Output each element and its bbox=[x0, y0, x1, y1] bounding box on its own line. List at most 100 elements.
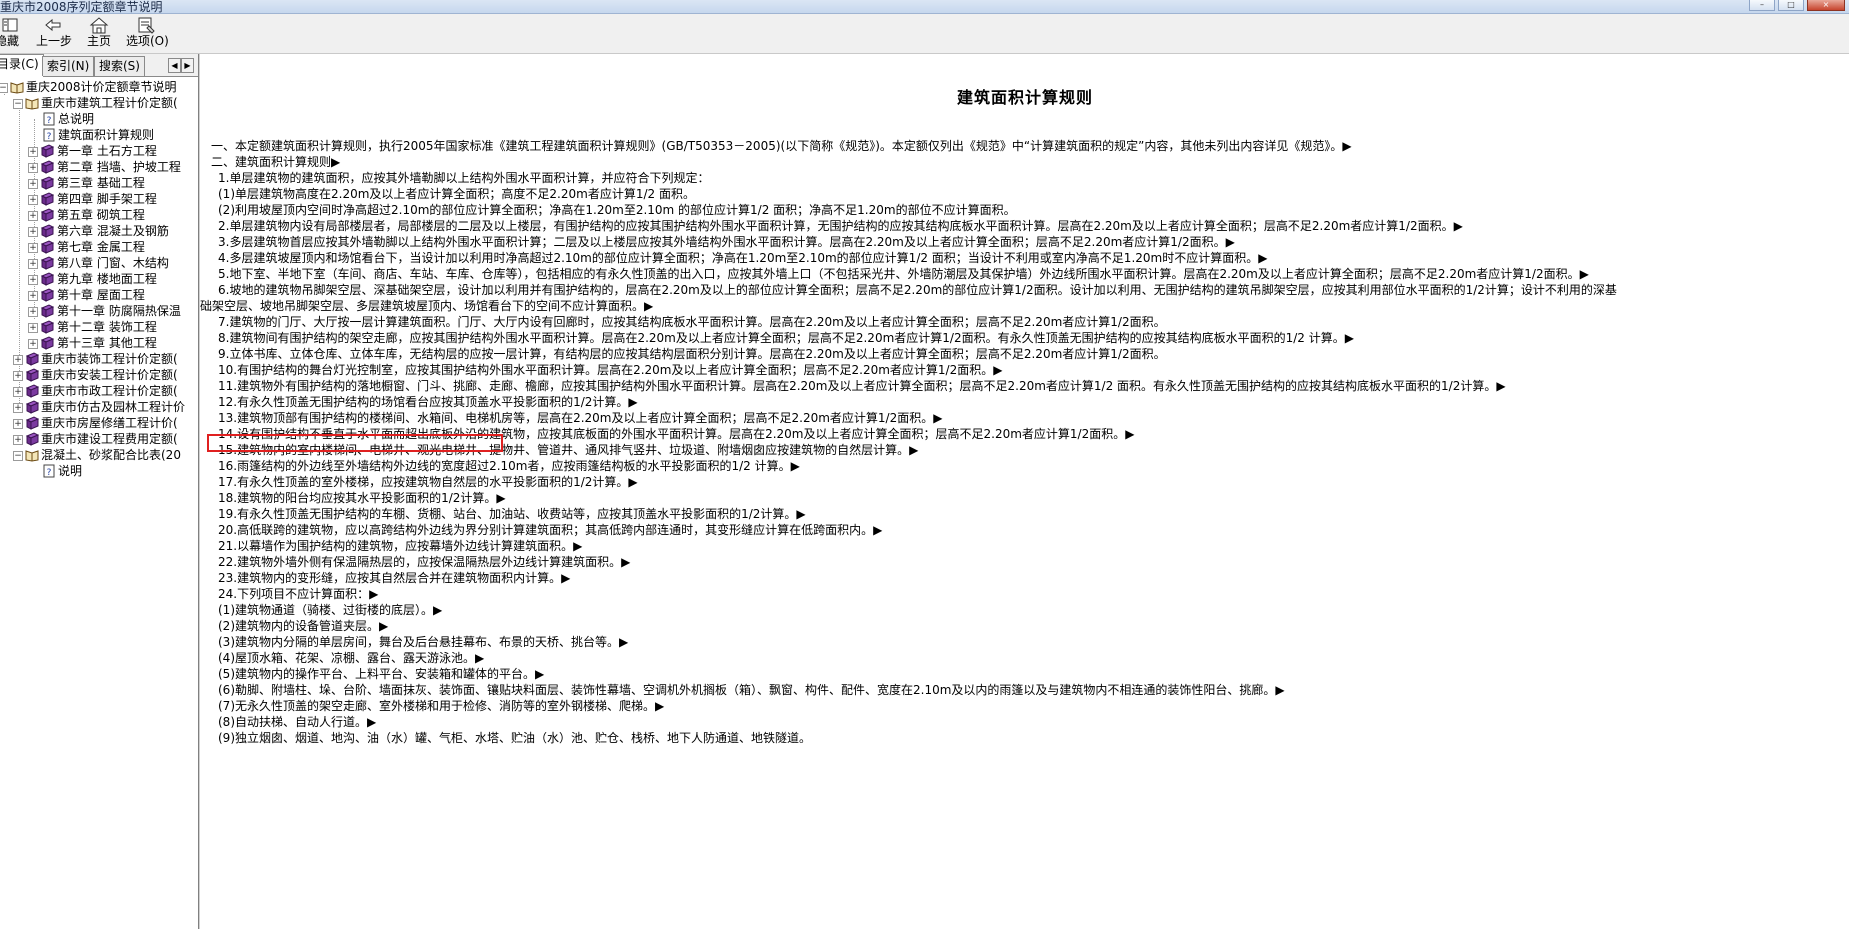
nav-tabs: 目录(C) 索引(N) 搜索(S) ◀ ▶ bbox=[0, 54, 198, 77]
text-line: 16.雨篷结构的外边线至外墙结构外边线的宽度超过2.10m者，应按雨篷结构板的水… bbox=[218, 459, 800, 473]
tree-item-chapter[interactable]: + 第十三章 其他工程 bbox=[0, 335, 198, 351]
text-line-highlighted: 18.建筑物的阳台均应按其水平投影面积的1/2计算。▶ bbox=[218, 491, 506, 505]
help-page-icon: ? bbox=[43, 464, 55, 478]
tree-item-chapter[interactable]: + 第十一章 防腐隔热保温 bbox=[0, 303, 198, 319]
tree-item-book[interactable]: + 重庆市市政工程计价定额( bbox=[0, 383, 198, 399]
tree-item-chapter[interactable]: + 第十章 屋面工程 bbox=[0, 287, 198, 303]
text-line: (1)建筑物通道（骑楼、过街楼的底层）。▶ bbox=[218, 603, 443, 617]
back-arrow-icon bbox=[45, 18, 61, 32]
text-line: 11.建筑物外有围护结构的落地橱窗、门斗、挑廊、走廊、檐廊，应按其围护结构外围水… bbox=[218, 379, 1506, 393]
hide-label: 隐藏 bbox=[0, 34, 19, 48]
text-line: 22.建筑物外墙外侧有保温隔热层的，应按保温隔热层外边线计算建筑面积。▶ bbox=[218, 555, 631, 569]
closed-book-icon bbox=[40, 224, 54, 238]
tree-item-book[interactable]: + 重庆市安装工程计价定额( bbox=[0, 367, 198, 383]
tree-item-building[interactable]: − 重庆市建筑工程计价定额( bbox=[0, 95, 198, 111]
tree-item-area-rules[interactable]: ? 建筑面积计算规则 bbox=[0, 127, 198, 143]
closed-book-icon bbox=[25, 368, 39, 382]
text-line: (2)利用坡屋顶内空间时净高超过2.10m的部位应计算全面积；净高在1.20m至… bbox=[218, 203, 1016, 217]
tree-item-book[interactable]: + 重庆市建设工程费用定额( bbox=[0, 431, 198, 447]
closed-book-icon bbox=[40, 320, 54, 334]
closed-book-icon bbox=[40, 272, 54, 286]
open-book-icon bbox=[25, 450, 39, 462]
text-line: (9)独立烟囱、烟道、地沟、油（水）罐、气柜、水塔、贮油（水）池、贮仓、栈桥、地… bbox=[218, 731, 812, 745]
closed-book-icon bbox=[40, 160, 54, 174]
tree-item-chapter[interactable]: + 第三章 基础工程 bbox=[0, 175, 198, 191]
open-book-icon bbox=[10, 82, 24, 94]
contents-tree: − 重庆2008计价定额章节说明 − 重庆市建筑工程计价定额( ? 总说明 ? … bbox=[0, 79, 198, 479]
text-line: (5)建筑物内的操作平台、上料平台、安装箱和罐体的平台。▶ bbox=[218, 667, 545, 681]
text-line: 24.下列项目不应计算面积：▶ bbox=[218, 587, 379, 601]
text-line: (3)建筑物内分隔的单层房间，舞台及后台悬挂幕布、布景的天桥、挑台等。▶ bbox=[218, 635, 629, 649]
tab-search[interactable]: 搜索(S) bbox=[94, 56, 145, 76]
text-line: 3.多层建筑物首层应按其外墙勒脚以上结构外围水平面积计算；二层及以上楼层应按其外… bbox=[218, 235, 1235, 249]
closed-book-icon bbox=[25, 416, 39, 430]
text-line: 9.立体书库、立体仓库、立体车库，无结构层的应按一层计算，有结构层的应按其结构层… bbox=[218, 347, 1166, 361]
closed-book-icon bbox=[25, 400, 39, 414]
text-line: (7)无永久性顶盖的架空走廊、室外楼梯和用于检修、消防等的室外钢楼梯、爬梯。▶ bbox=[218, 699, 665, 713]
tab-contents[interactable]: 目录(C) bbox=[0, 54, 44, 77]
tree-item-root[interactable]: − 重庆2008计价定额章节说明 bbox=[0, 79, 198, 95]
tree-item-description[interactable]: ? 说明 bbox=[0, 463, 198, 479]
tree-item-chapter[interactable]: + 第二章 挡墙、护坡工程 bbox=[0, 159, 198, 175]
text-line: (6)勒脚、附墙柱、垛、台阶、墙面抹灰、装饰面、镶贴块料面层、装饰性幕墙、空调机… bbox=[218, 683, 1285, 697]
close-button[interactable]: × bbox=[1807, 0, 1845, 11]
svg-text:?: ? bbox=[47, 132, 52, 142]
home-label: 主页 bbox=[86, 34, 111, 48]
closed-book-icon bbox=[40, 144, 54, 158]
hide-button[interactable]: 隐藏 bbox=[0, 16, 20, 52]
minimize-button[interactable]: – bbox=[1749, 0, 1775, 11]
back-button[interactable]: 上一步 bbox=[36, 16, 72, 52]
text-line: 14.设有围护结构不垂直于水平面而超出底板外沿的建筑物，应按其底板面的外围水平面… bbox=[218, 427, 1135, 441]
document-view[interactable]: 建筑面积计算规则 一、本定额建筑面积计算规则，执行2005年国家标准《建筑工程建… bbox=[199, 54, 1849, 929]
text-line: 23.建筑物内的变形缝，应按其自然层合并在建筑物面积内计算。▶ bbox=[218, 571, 571, 585]
text-line: 10.有围护结构的舞台灯光控制室，应按其围护结构外围水平面积计算。层高在2.20… bbox=[218, 363, 1003, 377]
tree-item-chapter[interactable]: + 第八章 门窗、木结构 bbox=[0, 255, 198, 271]
maximize-button[interactable]: □ bbox=[1778, 0, 1804, 11]
open-book-icon bbox=[25, 98, 39, 110]
tab-scroll-left-icon[interactable]: ◀ bbox=[168, 58, 181, 73]
options-button[interactable]: 选项(O) bbox=[126, 16, 169, 52]
home-button[interactable]: 主页 bbox=[86, 16, 112, 52]
options-label: 选项(O) bbox=[126, 34, 169, 48]
tree-item-book[interactable]: + 重庆市装饰工程计价定额( bbox=[0, 351, 198, 367]
text-line: 21.以幕墙作为围护结构的建筑物，应按幕墙外边线计算建筑面积。▶ bbox=[218, 539, 583, 553]
tab-scroll-right-icon[interactable]: ▶ bbox=[181, 58, 194, 73]
text-line: 2.单层建筑物内设有局部楼层者，局部楼层的二层及以上楼层，有围护结构的应按其围护… bbox=[218, 219, 1463, 233]
text-line: (4)屋顶水箱、花架、凉棚、露台、露天游泳池。▶ bbox=[218, 651, 485, 665]
svg-text:?: ? bbox=[47, 116, 52, 126]
tree-item-chapter[interactable]: + 第七章 金属工程 bbox=[0, 239, 198, 255]
navigation-pane: 目录(C) 索引(N) 搜索(S) ◀ ▶ − 重庆2008计价定额章节说明 −… bbox=[0, 54, 199, 929]
tree-item-chapter[interactable]: + 第一章 土石方工程 bbox=[0, 143, 198, 159]
help-page-icon: ? bbox=[43, 112, 55, 126]
tree-item-general[interactable]: ? 总说明 bbox=[0, 111, 198, 127]
window-controls: – □ × bbox=[1749, 0, 1845, 11]
home-icon bbox=[89, 17, 109, 34]
closed-book-icon bbox=[40, 240, 54, 254]
text-line: 19.有永久性顶盖无围护结构的车棚、货棚、站台、加油站、收费站等，应按其顶盖水平… bbox=[218, 507, 806, 521]
closed-book-icon bbox=[25, 432, 39, 446]
text-line: 17.有永久性顶盖的室外楼梯，应按建筑物自然层的水平投影面积的1/2计算。▶ bbox=[218, 475, 638, 489]
tab-index[interactable]: 索引(N) bbox=[42, 56, 95, 76]
text-line: 12.有永久性顶盖无围护结构的场馆看台应按其顶盖水平投影面积的1/2计算。▶ bbox=[218, 395, 638, 409]
closed-book-icon bbox=[40, 304, 54, 318]
text-line: 一、本定额建筑面积计算规则，执行2005年国家标准《建筑工程建筑面积计算规则》(… bbox=[211, 139, 1352, 153]
closed-book-icon bbox=[40, 256, 54, 270]
text-line: (8)自动扶梯、自动人行道。▶ bbox=[218, 715, 377, 729]
help-page-icon: ? bbox=[43, 128, 55, 142]
tree-item-chapter[interactable]: + 第五章 砌筑工程 bbox=[0, 207, 198, 223]
tree-item-chapter[interactable]: + 第六章 混凝土及钢筋 bbox=[0, 223, 198, 239]
tree-item-chapter[interactable]: + 第九章 楼地面工程 bbox=[0, 271, 198, 287]
text-line: (1)单层建筑物高度在2.20m及以上者应计算全面积；高度不足2.20m者应计算… bbox=[218, 187, 695, 201]
closed-book-icon bbox=[40, 336, 54, 350]
tree-item-mix-table[interactable]: − 混凝土、砂浆配合比表(20 bbox=[0, 447, 198, 463]
title-bar: 重庆市2008序列定额章节说明 – □ × bbox=[0, 0, 1849, 14]
tree-item-chapter[interactable]: + 第十二章 装饰工程 bbox=[0, 319, 198, 335]
text-line: 7.建筑物的门厅、大厅按一层计算建筑面积。门厅、大厅内设有回廊时，应按其结构底板… bbox=[218, 315, 1166, 329]
window-title: 重庆市2008序列定额章节说明 bbox=[0, 0, 163, 14]
tree-item-book[interactable]: + 重庆市仿古及园林工程计价 bbox=[0, 399, 198, 415]
tree-item-book[interactable]: + 重庆市房屋修缮工程计价( bbox=[0, 415, 198, 431]
closed-book-icon bbox=[40, 176, 54, 190]
text-line: 6.坡地的建筑物吊脚架空层、深基础架空层，设计加以利用并有围护结构的，层高在2.… bbox=[218, 283, 1617, 297]
tree-item-chapter[interactable]: + 第四章 脚手架工程 bbox=[0, 191, 198, 207]
toolbar: 隐藏 上一步 主页 选项(O) bbox=[0, 14, 1849, 54]
